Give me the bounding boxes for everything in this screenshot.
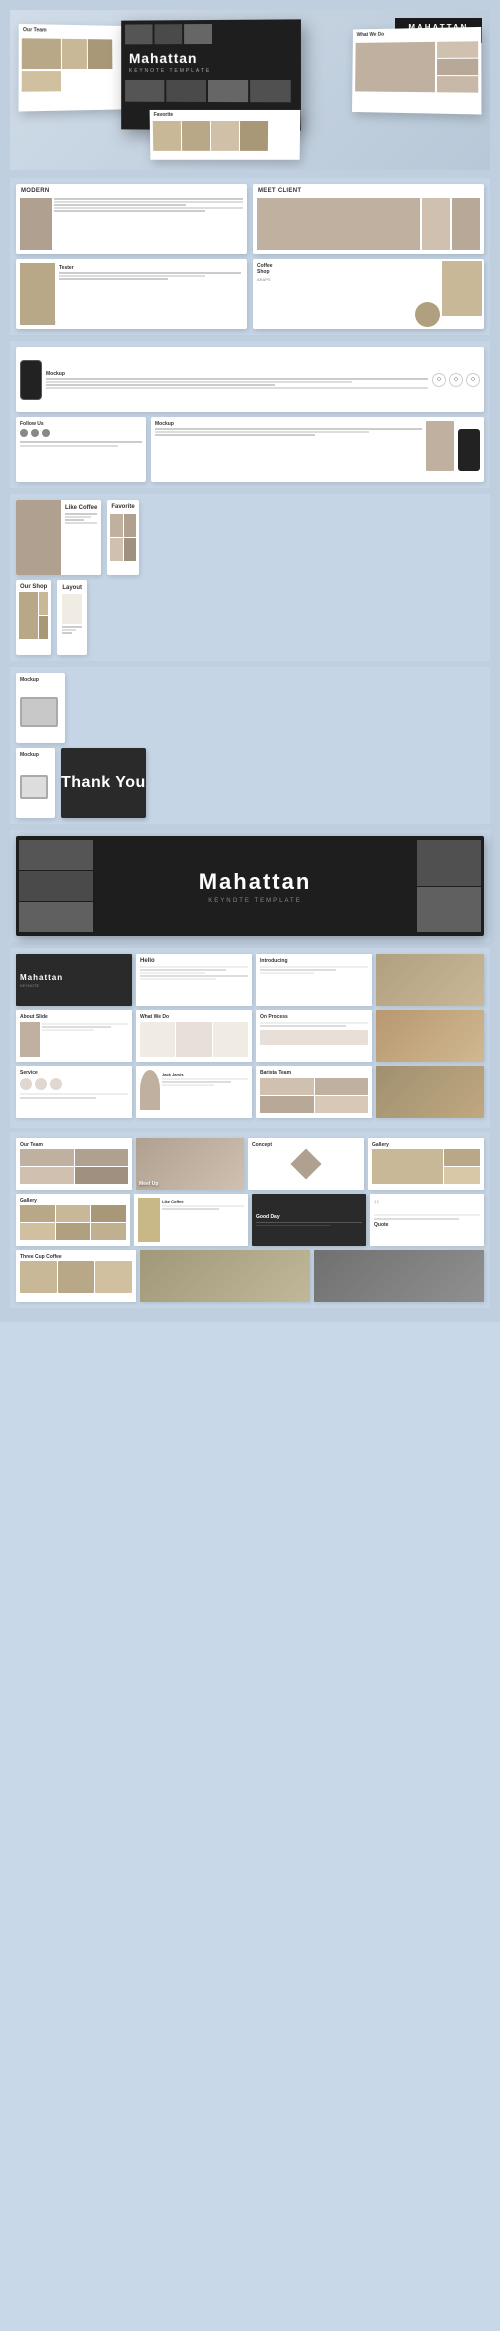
hero-slide-bottom: Favorite [150, 110, 301, 160]
mini-slide-gallery-2: Gallery [16, 1194, 130, 1246]
mini-slide-gallery: Gallery [368, 1138, 484, 1190]
slide-our-shop: Our Shop [16, 580, 51, 655]
hero-slide-right: What We Do [352, 27, 481, 115]
section-mockup-thankyou: Mockup Mockup Mockup [10, 667, 490, 824]
mini-slide-coffee-image [140, 1250, 310, 1302]
mini-slide-image-1 [376, 954, 484, 1006]
mini-slide-good-day: Good Day [252, 1194, 366, 1246]
slide-thank-you: Thank You [61, 748, 146, 818]
mini-slide-dark-image [314, 1250, 484, 1302]
slide-mockup-2: Mockup [151, 417, 484, 482]
mini-slide-barista: Barista Team [256, 1066, 372, 1118]
slide-mockup-tablet-2: Mockup [16, 748, 55, 818]
slide-coffee-shop: CoffeeShop ARAPS [253, 259, 484, 329]
slide-mockup-phone: Mockup ○ ○ ○ [16, 347, 484, 412]
hero-slides-3d: Our Team Mahattan KEYNOTE TEMPLATE [20, 20, 480, 160]
slide-meet-client: Meet Client [253, 184, 484, 254]
mini-slide-service: Service [16, 1066, 132, 1118]
slide-modern: Modern [16, 184, 247, 254]
section-modern: Modern Meet Client [10, 178, 490, 335]
mini-slide-on-process: On Process [256, 1010, 372, 1062]
section-grid-2: Our Team Meet Up Concept Gallery [10, 1132, 490, 1308]
slide-favorite: Favorite [107, 500, 138, 575]
mini-slide-meetup: Meet Up [136, 1138, 244, 1190]
section-mockup-1: Mockup ○ ○ ○ Follow Us [10, 341, 490, 488]
mini-slide-image-2 [376, 1010, 484, 1062]
slide-mahattan-dark: Mahattan KEYNOTE TEMPLATE [16, 836, 484, 936]
mini-slide-three-cup: Three Cup Coffee [16, 1250, 136, 1302]
mini-slide-quote: " Quote [370, 1194, 484, 1246]
main-container: MAHATTAN KEYNOTE TEMPLATE Our Team [0, 0, 500, 1322]
mini-slide-our-team: Our Team [16, 1138, 132, 1190]
mini-slide-image-3 [376, 1066, 484, 1118]
mini-slide-about: About Slide [16, 1010, 132, 1062]
slide-like-coffee: Like Coffee [16, 500, 101, 575]
mini-slide-introducing: Introducing [256, 954, 372, 1006]
section-mahattan-hero: Mahattan KEYNOTE TEMPLATE [10, 830, 490, 942]
thank-you-text: Thank You [61, 774, 146, 792]
mini-slide-like-coffee: Like Coffee [134, 1194, 248, 1246]
hero-section: MAHATTAN KEYNOTE TEMPLATE Our Team [10, 10, 490, 170]
slide-tester: Tester IAS BRIGADELE [16, 259, 247, 329]
mahattan-title: Mahattan [199, 869, 312, 895]
section-grid-1: Mahattan KEYNOTE Hello Introducing [10, 948, 490, 1128]
slide-layout: Layout [57, 580, 87, 655]
slide-mockup-tablet-1: Mockup [16, 673, 65, 743]
mini-slide-mahattan: Mahattan KEYNOTE [16, 954, 132, 1006]
slide-follow-us: Follow Us [16, 417, 146, 482]
mini-slide-hello: Hello [136, 954, 252, 1006]
mini-slide-concept: Concept [248, 1138, 364, 1190]
mini-slide-jack: Jack Jarvis [136, 1066, 252, 1118]
mini-slide-what-we-do: What We Do [136, 1010, 252, 1062]
section-coffee: Like Coffee Favorite [10, 494, 490, 661]
